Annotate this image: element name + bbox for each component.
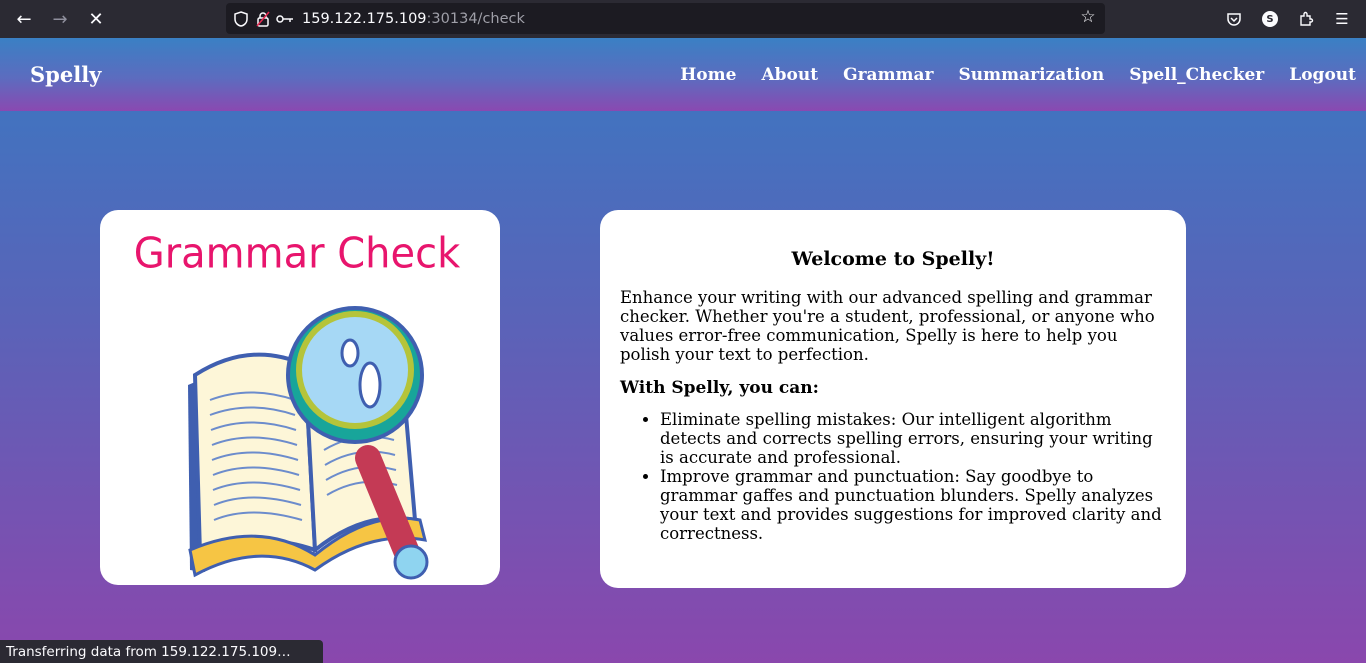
url-host: 159.122.175.109: [302, 10, 427, 27]
url-path: :30134/check: [426, 10, 525, 27]
stop-loading-icon[interactable]: ✕: [78, 0, 114, 38]
nav-grammar-link[interactable]: Grammar: [843, 65, 933, 85]
account-initial: S: [1262, 11, 1278, 27]
extensions-puzzle-icon[interactable]: [1288, 0, 1324, 38]
list-item: Eliminate spelling mistakes: Our intelli…: [660, 410, 1166, 467]
address-bar[interactable]: 159.122.175.109:30134/check ☆: [226, 3, 1105, 34]
account-avatar-icon[interactable]: S: [1252, 0, 1288, 38]
grammar-check-image-card: Grammar Check: [100, 210, 500, 585]
grammar-check-illustration: Grammar Check: [134, 229, 461, 580]
welcome-title: Welcome to Spelly!: [791, 248, 995, 270]
welcome-card: Welcome to Spelly! Enhance your writing …: [600, 210, 1186, 588]
pocket-icon[interactable]: [1216, 0, 1252, 38]
site-nav: Home About Grammar Summarization Spell_C…: [680, 65, 1356, 85]
key-icon[interactable]: [274, 3, 296, 34]
hamburger-menu-icon[interactable]: ☰: [1324, 0, 1360, 38]
features-list: Eliminate spelling mistakes: Our intelli…: [660, 410, 1166, 543]
list-item: Improve grammar and punctuation: Say goo…: [660, 467, 1166, 543]
grammar-check-heading: Grammar Check: [134, 229, 461, 278]
site-brand[interactable]: Spelly: [30, 62, 101, 87]
forward-arrow-icon[interactable]: →: [42, 0, 78, 38]
back-arrow-icon[interactable]: ←: [6, 0, 42, 38]
toolbar-right: S ☰: [1216, 0, 1366, 38]
browser-toolbar: ← → ✕ 159.122.175.109:30134/check ☆ S ☰: [0, 0, 1366, 38]
bookmark-star-icon[interactable]: ☆: [1077, 7, 1099, 29]
nav-summarization-link[interactable]: Summarization: [959, 65, 1105, 85]
insecure-lock-icon[interactable]: [252, 3, 274, 34]
status-bar: Transferring data from 159.122.175.109…: [0, 640, 323, 663]
url-text[interactable]: 159.122.175.109:30134/check: [302, 11, 525, 27]
nav-logout-link[interactable]: Logout: [1289, 65, 1356, 85]
nav-about-link[interactable]: About: [761, 65, 818, 85]
nav-spell-checker-link[interactable]: Spell_Checker: [1129, 65, 1264, 85]
features-subheading: With Spelly, you can:: [620, 378, 819, 398]
site-header: Spelly Home About Grammar Summarization …: [0, 38, 1366, 111]
page-body: Spelly Home About Grammar Summarization …: [0, 38, 1366, 663]
welcome-intro: Enhance your writing with our advanced s…: [620, 288, 1155, 364]
nav-home-link[interactable]: Home: [680, 65, 736, 85]
tracking-shield-icon[interactable]: [230, 3, 252, 34]
